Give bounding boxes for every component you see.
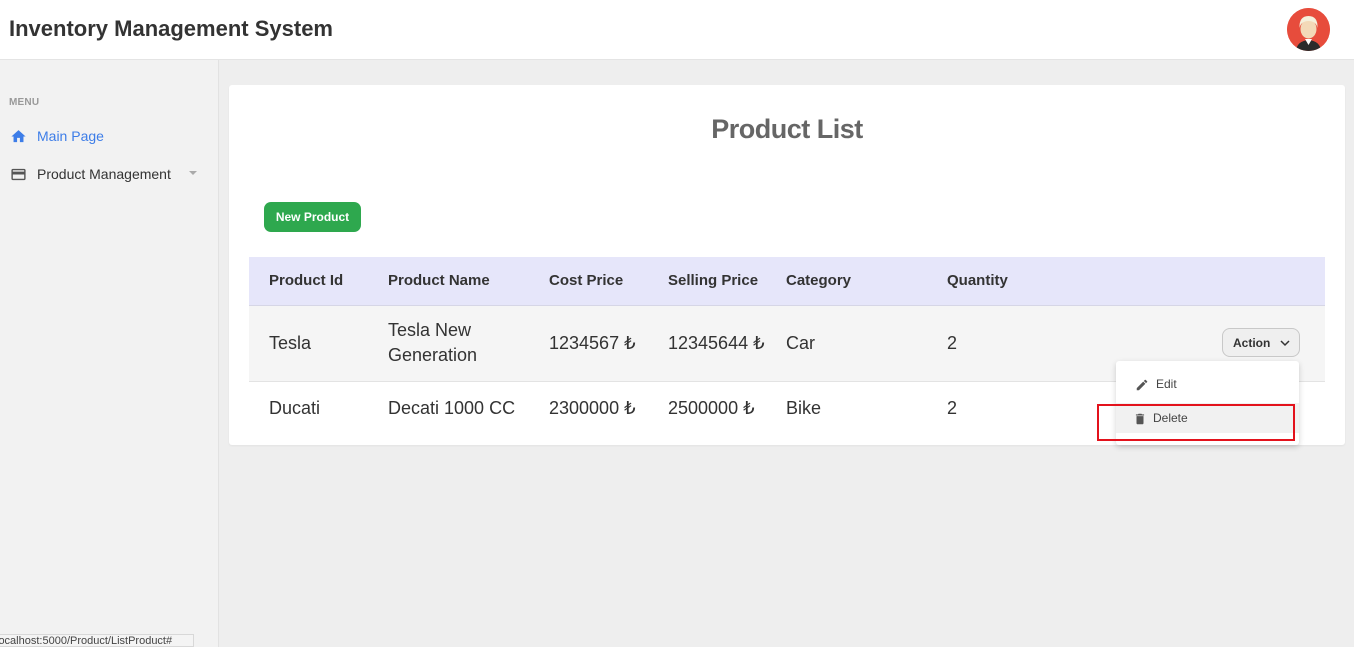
- cell-cost-price: 2300000 ₺: [549, 398, 636, 419]
- column-header: Product Name: [368, 257, 529, 306]
- cell-product-id: Ducati: [269, 398, 321, 419]
- cell-product-id: Tesla: [269, 332, 312, 353]
- new-product-button[interactable]: New Product: [264, 202, 361, 232]
- column-header: Cost Price: [529, 257, 648, 306]
- cell-quantity: 2: [947, 398, 958, 419]
- cell-product-name: Tesla New Generation: [388, 320, 478, 365]
- app-title: Inventory Management System: [9, 16, 333, 41]
- column-header: Product Id: [249, 257, 368, 306]
- menu-item-edit[interactable]: Edit: [1116, 369, 1299, 399]
- user-avatar[interactable]: [1287, 8, 1330, 51]
- cell-quantity: 2: [947, 332, 958, 353]
- cell-selling-price: 2500000 ₺: [668, 398, 755, 419]
- menu-item-label: Edit: [1156, 377, 1177, 391]
- product-list-card: Product List New Product Product Id Prod…: [229, 85, 1345, 445]
- sidebar-item-label: Main Page: [37, 128, 104, 144]
- column-header: Category: [766, 257, 927, 306]
- top-bar: Inventory Management System: [0, 0, 1354, 60]
- column-header: Selling Price: [648, 257, 766, 306]
- pencil-icon: [1136, 379, 1148, 391]
- cell-category: Car: [786, 332, 816, 353]
- action-dropdown-button[interactable]: Action: [1222, 328, 1300, 357]
- action-button-label: Action: [1233, 335, 1271, 350]
- column-header-actions: [1045, 257, 1325, 306]
- caret-down-icon: [189, 171, 197, 175]
- avatar-image: [1287, 8, 1330, 51]
- cell-cost-price: 1234567 ₺: [549, 332, 636, 353]
- sidebar: MENU Main Page Product Management: [0, 60, 219, 647]
- table-header-row: Product Id Product Name Cost Price Selli…: [249, 257, 1325, 306]
- menu-heading: MENU: [9, 97, 40, 108]
- cell-selling-price: 12345644 ₺: [668, 332, 765, 353]
- sidebar-item-product-management[interactable]: Product Management: [0, 160, 210, 188]
- sidebar-item-main-page[interactable]: Main Page: [0, 122, 210, 150]
- card-icon: [11, 168, 26, 181]
- sidebar-item-label: Product Management: [37, 166, 171, 182]
- menu-item-label: Delete: [1153, 411, 1188, 425]
- column-header: Quantity: [927, 257, 1045, 306]
- trash-icon: [1135, 413, 1145, 425]
- home-icon: [11, 130, 26, 143]
- menu-item-delete[interactable]: Delete: [1116, 403, 1299, 433]
- cell-product-name: Decati 1000 CC: [388, 398, 516, 419]
- status-url-text: localhost:5000/Product/ListProduct#: [0, 635, 173, 647]
- chevron-down-icon: [1280, 340, 1290, 347]
- status-bar-url: localhost:5000/Product/ListProduct#: [0, 634, 194, 647]
- cell-category: Bike: [786, 398, 822, 419]
- action-dropdown-menu: Edit Delete: [1116, 361, 1299, 445]
- page-title: Product List: [711, 114, 863, 144]
